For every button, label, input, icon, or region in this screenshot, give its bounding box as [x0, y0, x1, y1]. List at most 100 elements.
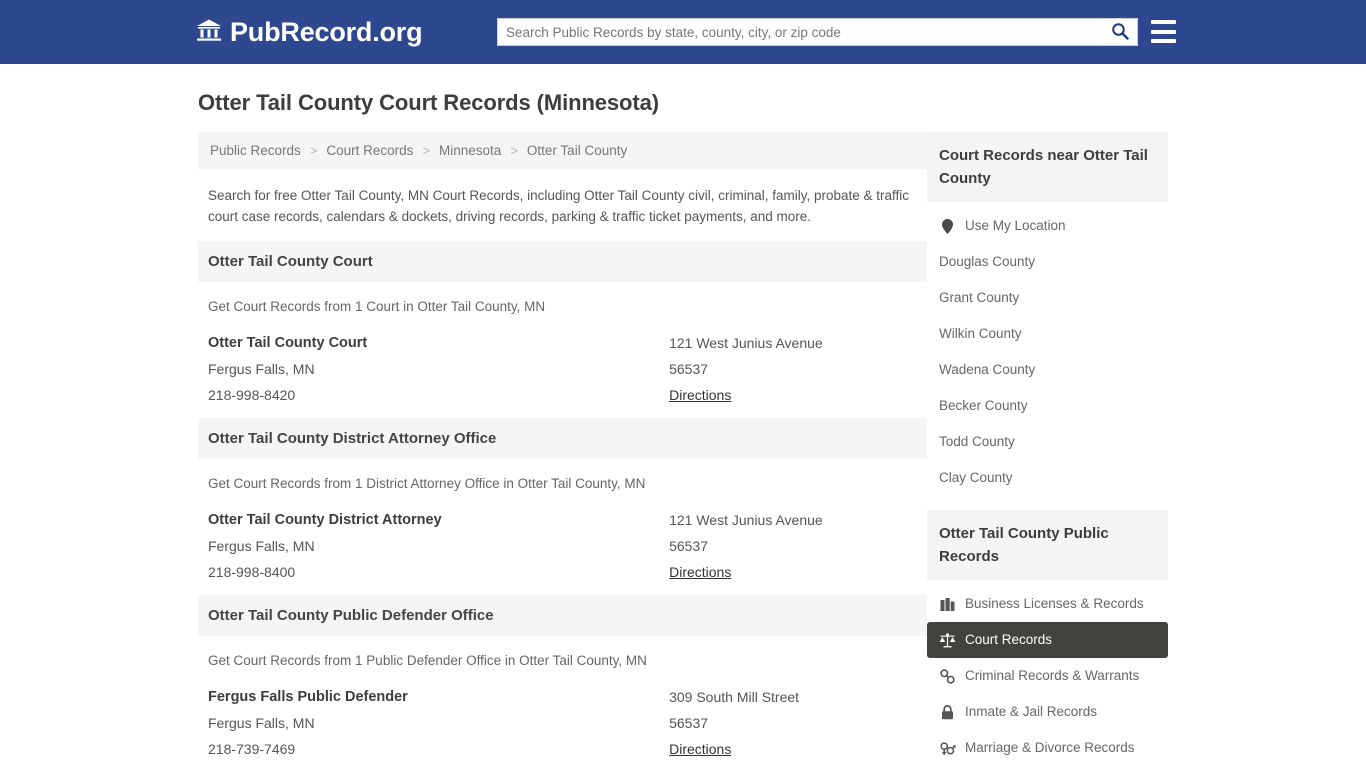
- breadcrumb-item-minnesota[interactable]: Minnesota: [437, 143, 503, 158]
- record-zip: 56537: [669, 361, 709, 377]
- sidebar-item-label: Court Records: [965, 632, 1053, 647]
- directions-link[interactable]: Directions: [669, 382, 731, 408]
- record-entry: Otter Tail County Court Fergus Falls, MN…: [198, 326, 927, 418]
- record-name: Otter Tail County District Attorney: [208, 512, 442, 528]
- section-subtitle: Get Court Records from 1 Public Defender…: [208, 653, 647, 668]
- record-street: 121 West Junius Avenue: [669, 512, 823, 528]
- record-city-state: Fergus Falls, MN: [208, 715, 315, 731]
- nearby-counties-list: Use My Location Douglas County Grant Cou…: [927, 202, 1168, 496]
- record-right-column: 121 West Junius Avenue 56537 Directions: [669, 330, 917, 408]
- record-entry: Otter Tail County District Attorney Ferg…: [198, 503, 927, 595]
- content-container: Otter Tail County Court Records (Minneso…: [198, 64, 1168, 768]
- two-column-layout: Public Records > Court Records > Minneso…: [198, 132, 1168, 768]
- directions-link[interactable]: Directions: [669, 736, 731, 762]
- sidebar-item-business-licenses[interactable]: Business Licenses & Records: [927, 586, 1168, 622]
- site-header: PubRecord.org: [0, 0, 1366, 64]
- gender-symbols-icon: [939, 741, 956, 756]
- sidebar-item-criminal-records[interactable]: Criminal Records & Warrants: [927, 658, 1168, 694]
- sidebar-item-douglas-county[interactable]: Douglas County: [927, 244, 1168, 280]
- sidebar-item-inmate-jail-records[interactable]: Inmate & Jail Records: [927, 694, 1168, 730]
- section-heading: Otter Tail County Public Defender Office: [198, 595, 927, 636]
- record-phone: 218-998-8400: [208, 564, 296, 580]
- sidebar-item-label: Todd County: [939, 434, 1015, 449]
- sidebar-item-label: Criminal Records & Warrants: [965, 668, 1140, 683]
- handcuffs-icon: [939, 668, 956, 684]
- record-phone: 218-739-7469: [208, 741, 296, 757]
- record-right-column: 121 West Junius Avenue 56537 Directions: [669, 507, 917, 585]
- records-section: Otter Tail County District Attorney Offi…: [198, 418, 927, 595]
- sidebar-item-label: Inmate & Jail Records: [965, 704, 1098, 719]
- hamburger-menu-icon[interactable]: [1151, 20, 1176, 43]
- sidebar-item-grant-county[interactable]: Grant County: [927, 280, 1168, 316]
- record-left-column: Otter Tail County District Attorney Ferg…: [208, 507, 669, 585]
- breadcrumb-item-otter-tail-county[interactable]: Otter Tail County: [525, 143, 629, 158]
- record-zip: 56537: [669, 538, 709, 554]
- breadcrumb-item-public-records[interactable]: Public Records: [208, 143, 303, 158]
- scales-of-justice-icon: [939, 632, 956, 648]
- search-bar[interactable]: [497, 18, 1138, 46]
- record-zip: 56537: [669, 715, 709, 731]
- nearby-counties-title: Court Records near Otter Tail County: [927, 132, 1168, 202]
- page-body: Otter Tail County Court Records (Minneso…: [0, 64, 1366, 768]
- sidebar-item-label: Clay County: [939, 470, 1013, 485]
- breadcrumb: Public Records > Court Records > Minneso…: [198, 132, 927, 169]
- record-right-column: 309 South Mill Street 56537 Directions: [669, 684, 917, 762]
- brand-name: PubRecord.org: [230, 16, 423, 47]
- sidebar-item-label: Business Licenses & Records: [965, 596, 1144, 611]
- sidebar-item-wadena-county[interactable]: Wadena County: [927, 352, 1168, 388]
- sidebar-item-label: Use My Location: [965, 218, 1066, 233]
- sidebar-item-label: Douglas County: [939, 254, 1036, 269]
- lock-icon: [939, 704, 956, 720]
- breadcrumb-separator: >: [510, 143, 518, 158]
- record-entry: Fergus Falls Public Defender Fergus Fall…: [198, 680, 927, 768]
- page-intro-text: Search for free Otter Tail County, MN Co…: [208, 188, 910, 224]
- section-heading: Otter Tail County District Attorney Offi…: [198, 418, 927, 459]
- briefcase-icon: [939, 597, 956, 612]
- breadcrumb-separator: >: [309, 143, 318, 158]
- record-name: Otter Tail County Court: [208, 335, 368, 351]
- search-icon: [1111, 22, 1129, 43]
- hamburger-bar-1: [1151, 20, 1176, 24]
- public-records-panel: Otter Tail County Public Records Busines: [927, 510, 1168, 768]
- sidebar-item-marriage-divorce-records[interactable]: Marriage & Divorce Records: [927, 730, 1168, 766]
- main-column: Public Records > Court Records > Minneso…: [198, 132, 927, 768]
- search-input[interactable]: [498, 19, 1103, 45]
- section-heading: Otter Tail County Court: [198, 241, 927, 282]
- record-street: 309 South Mill Street: [669, 689, 800, 705]
- breadcrumb-separator: >: [422, 143, 431, 158]
- site-logo[interactable]: PubRecord.org: [196, 16, 423, 48]
- hamburger-bar-2: [1151, 29, 1176, 34]
- sidebar-item-label: Wilkin County: [939, 326, 1022, 341]
- search-button[interactable]: [1103, 19, 1137, 45]
- records-section: Otter Tail County Court Get Court Record…: [198, 241, 927, 418]
- hamburger-bar-3: [1151, 39, 1176, 43]
- directions-link[interactable]: Directions: [669, 559, 731, 585]
- breadcrumb-item-court-records[interactable]: Court Records: [324, 143, 415, 158]
- record-phone: 218-998-8420: [208, 387, 296, 403]
- sidebar-item-use-my-location[interactable]: Use My Location: [927, 208, 1168, 244]
- sidebar-item-wilkin-county[interactable]: Wilkin County: [927, 316, 1168, 352]
- sidebar-item-clay-county[interactable]: Clay County: [927, 460, 1168, 496]
- sidebar-item-court-records[interactable]: Court Records: [927, 622, 1168, 658]
- public-records-title: Otter Tail County Public Records: [927, 510, 1168, 580]
- sidebar: Court Records near Otter Tail County Use…: [927, 132, 1168, 768]
- record-name: Fergus Falls Public Defender: [208, 689, 408, 705]
- map-pin-icon: [939, 218, 956, 234]
- record-left-column: Fergus Falls Public Defender Fergus Fall…: [208, 684, 669, 762]
- record-left-column: Otter Tail County Court Fergus Falls, MN…: [208, 330, 669, 408]
- sidebar-item-label: Becker County: [939, 398, 1028, 413]
- sidebar-item-label: Marriage & Divorce Records: [965, 740, 1135, 755]
- page-title: Otter Tail County Court Records (Minneso…: [198, 90, 659, 115]
- section-subtitle: Get Court Records from 1 Court in Otter …: [208, 299, 546, 314]
- record-city-state: Fergus Falls, MN: [208, 361, 315, 377]
- section-subtitle: Get Court Records from 1 District Attorn…: [208, 476, 646, 491]
- sidebar-item-becker-county[interactable]: Becker County: [927, 388, 1168, 424]
- sidebar-item-todd-county[interactable]: Todd County: [927, 424, 1168, 460]
- nearby-counties-panel: Court Records near Otter Tail County Use…: [927, 132, 1168, 496]
- public-records-list: Business Licenses & Records Court Record…: [927, 580, 1168, 768]
- record-street: 121 West Junius Avenue: [669, 335, 823, 351]
- sidebar-item-label: Wadena County: [939, 362, 1036, 377]
- sidebar-item-label: Grant County: [939, 290, 1020, 305]
- records-section: Otter Tail County Public Defender Office…: [198, 595, 927, 768]
- panel-spacer: [927, 496, 1168, 510]
